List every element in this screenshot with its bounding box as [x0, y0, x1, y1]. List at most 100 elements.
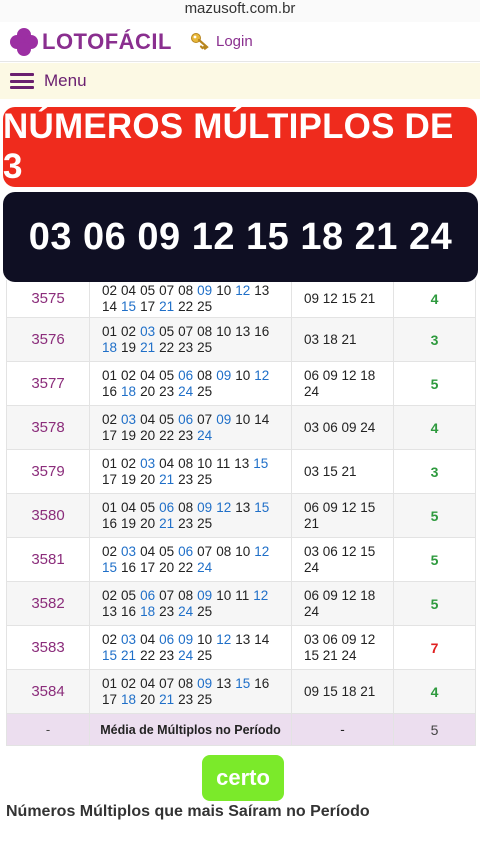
multiples-count: 7 [394, 626, 476, 669]
average-dash: - [292, 714, 394, 745]
table-row: 3584 01 02 04 07 08 09 13 15 16 17 18 20 21 23 25 09 15 … [6, 670, 476, 714]
drawn-numbers: 01 02 04 05 06 08 09 10 12 16 18 20 23 24 25 [90, 362, 292, 405]
contest-number: 3584 [6, 670, 90, 713]
site-header: LOTOFÁCIL Login [0, 22, 480, 62]
drawn-number: 07 [159, 282, 175, 298]
drawn-number: 13 [216, 675, 232, 691]
drawn-number: 07 [197, 411, 213, 427]
multiples-list: 03 18 21 [292, 318, 394, 361]
drawn-number: 15 [235, 675, 251, 691]
drawn-number: 06 [178, 411, 194, 427]
drawn-number: 23 [178, 691, 194, 707]
drawn-number: 18 [121, 383, 137, 399]
drawn-numbers: 02 03 04 06 09 10 12 13 14 15 21 22 23 24 25 [90, 626, 292, 669]
multiples-list: 06 09 12 18 24 [292, 362, 394, 405]
drawn-number: 07 [178, 323, 194, 339]
drawn-number: 25 [197, 383, 213, 399]
drawn-number: 23 [159, 647, 175, 663]
contest-number: 3580 [6, 494, 90, 537]
drawn-number: 20 [140, 515, 156, 531]
drawn-number: 08 [178, 499, 194, 515]
certo-label: certo [216, 765, 270, 790]
table-row: 3583 02 03 04 06 09 10 12 13 14 15 21 22 23 24 25 03 06 … [6, 626, 476, 670]
url-text: mazusoft.com.br [184, 0, 296, 17]
drawn-number: 24 [178, 603, 194, 619]
login-link[interactable]: Login [190, 31, 253, 51]
drawn-number: 03 [121, 631, 137, 647]
drawn-number: 12 [254, 543, 270, 559]
drawn-number: 13 [254, 282, 270, 298]
drawn-number: 21 [121, 647, 137, 663]
drawn-number: 23 [178, 471, 194, 487]
drawn-number: 03 [140, 323, 156, 339]
drawn-number: 19 [121, 515, 137, 531]
drawn-number: 16 [102, 515, 118, 531]
drawn-numbers: 01 02 04 07 08 09 13 15 16 17 18 20 21 23 25 [90, 670, 292, 713]
drawn-number: 25 [197, 298, 213, 314]
drawn-number: 16 [121, 603, 137, 619]
drawn-number: 04 [121, 499, 137, 515]
multiples-list: 03 15 21 [292, 450, 394, 493]
drawn-number: 06 [140, 587, 156, 603]
browser-url-bar[interactable]: mazusoft.com.br [0, 0, 480, 22]
drawn-number: 08 [178, 455, 194, 471]
drawn-number: 01 [102, 499, 118, 515]
drawn-number: 22 [159, 339, 175, 355]
drawn-number: 01 [102, 323, 118, 339]
certo-button[interactable]: certo [202, 755, 284, 801]
menu-label: Menu [44, 71, 87, 90]
drawn-number: 09 [178, 631, 194, 647]
drawn-number: 24 [197, 559, 213, 575]
drawn-number: 02 [121, 455, 137, 471]
drawn-number: 07 [197, 543, 213, 559]
lotofacil-logo[interactable]: LOTOFÁCIL [10, 27, 172, 57]
average-dash: - [6, 714, 90, 745]
drawn-numbers: 01 04 05 06 08 09 12 13 15 16 19 20 21 23 25 [90, 494, 292, 537]
drawn-number: 15 [121, 298, 137, 314]
drawn-number: 10 [235, 367, 251, 383]
drawn-number: 24 [178, 647, 194, 663]
drawn-number: 05 [121, 587, 137, 603]
table-row: 3577 01 02 04 05 06 08 09 10 12 16 18 20 23 24 25 06 09 … [6, 362, 476, 406]
drawn-numbers: 02 04 05 07 08 09 10 12 13 14 15 17 21 22 25 [90, 280, 292, 317]
drawn-number: 24 [178, 383, 194, 399]
drawn-number: 05 [159, 367, 175, 383]
drawn-number: 05 [159, 411, 175, 427]
drawn-number: 22 [178, 559, 194, 575]
multiples-list: 06 09 12 15 21 [292, 494, 394, 537]
average-label: Média de Múltiplos no Período [90, 714, 292, 745]
drawn-number: 23 [178, 339, 194, 355]
drawn-number: 03 [140, 455, 156, 471]
menu-bar[interactable]: Menu [0, 63, 480, 99]
drawn-number: 21 [159, 298, 175, 314]
multiples-count: 5 [394, 582, 476, 625]
drawn-number: 22 [140, 647, 156, 663]
multiples-list: 06 09 12 18 24 [292, 582, 394, 625]
table-row: 3578 02 03 04 05 06 07 09 10 14 17 19 20 22 23 24 03 06 … [6, 406, 476, 450]
drawn-number: 07 [159, 675, 175, 691]
drawn-number: 14 [254, 631, 270, 647]
drawn-number: 16 [102, 383, 118, 399]
drawn-number: 25 [197, 515, 213, 531]
table-row: 3579 01 02 03 04 08 10 11 13 15 17 19 20 21 23 25 03 15 … [6, 450, 476, 494]
drawn-number: 02 [102, 411, 118, 427]
table-row: 3575 02 04 05 07 08 09 10 12 13 14 15 17 21 22 25 09 12 … [6, 280, 476, 318]
drawn-number: 11 [235, 587, 250, 603]
drawn-number: 20 [140, 691, 156, 707]
drawn-number: 12 [235, 282, 251, 298]
drawn-number: 23 [178, 515, 194, 531]
multiples-count: 5 [394, 538, 476, 581]
drawn-number: 06 [178, 543, 194, 559]
drawn-number: 17 [102, 691, 118, 707]
clover-icon [10, 28, 38, 56]
average-row: - Média de Múltiplos no Período -5 [6, 714, 476, 746]
drawn-number: 04 [140, 631, 156, 647]
drawn-number: 09 [197, 675, 213, 691]
multiples-list: 03 06 09 12 15 21 24 [292, 626, 394, 669]
drawn-number: 10 [216, 587, 232, 603]
drawn-number: 09 [216, 411, 232, 427]
drawn-number: 03 [121, 411, 137, 427]
multiples-count: 3 [394, 450, 476, 493]
contest-number: 3578 [6, 406, 90, 449]
key-icon [191, 33, 209, 51]
